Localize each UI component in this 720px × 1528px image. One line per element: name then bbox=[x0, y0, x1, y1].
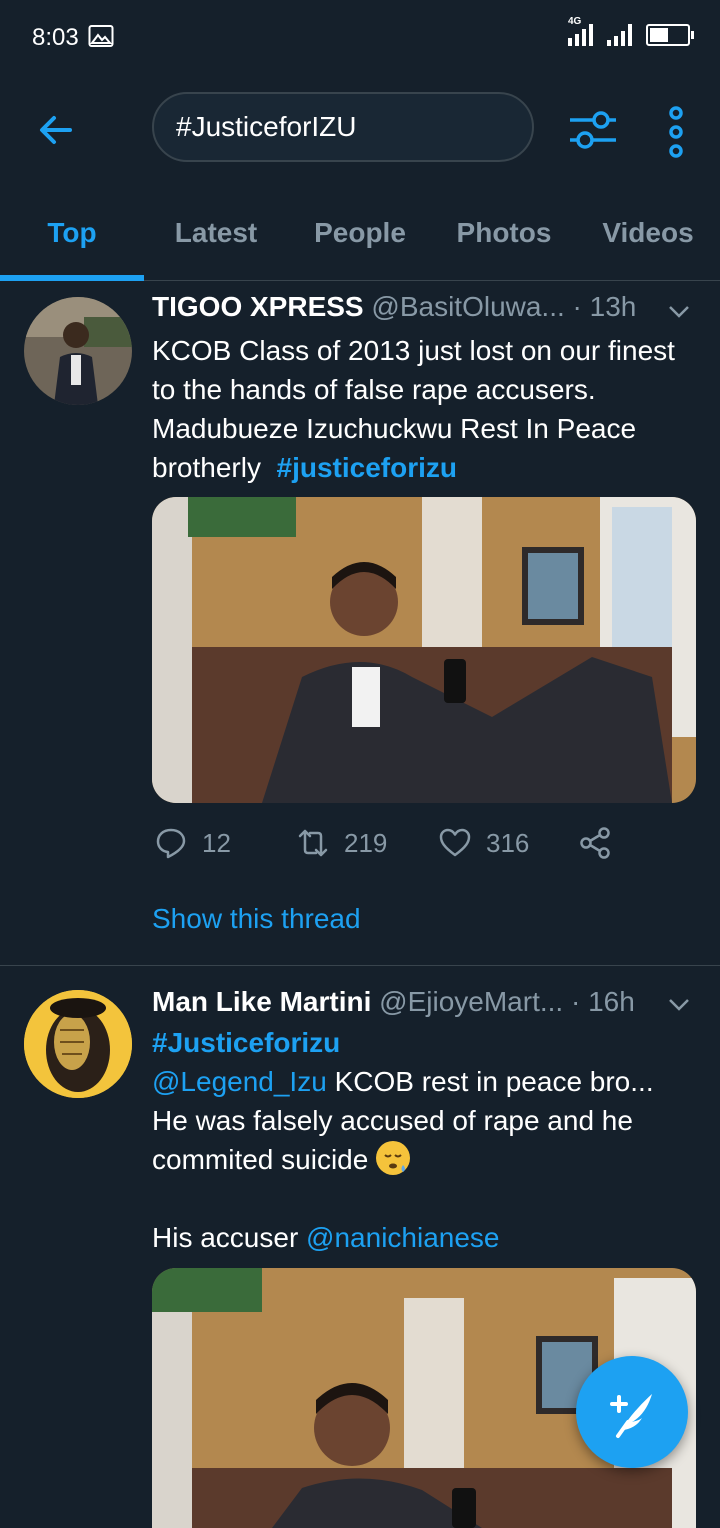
retweet-icon bbox=[298, 829, 328, 857]
reply-button[interactable]: 12 bbox=[154, 821, 231, 865]
show-thread-link[interactable]: Show this thread bbox=[152, 903, 361, 935]
status-time: 8:03 bbox=[32, 24, 79, 51]
tweet-header: Man Like Martini @EjioyeMart... · 16h bbox=[152, 986, 697, 1018]
like-count: 316 bbox=[486, 827, 530, 858]
tweet[interactable]: TIGOO XPRESS @BasitOluwa... · 13h KCOB C… bbox=[0, 281, 720, 965]
tweet-body-accuser: His accuser bbox=[152, 1222, 299, 1253]
search-filter-icon[interactable] bbox=[568, 108, 618, 152]
back-arrow-icon[interactable] bbox=[36, 110, 76, 150]
tweet-author-handle[interactable]: @BasitOluwa... bbox=[371, 291, 564, 322]
more-options-icon[interactable] bbox=[664, 106, 688, 158]
tweet-mention[interactable]: @Legend_Izu bbox=[152, 1066, 327, 1097]
tweet-text: #Justiceforizu @Legend_Izu KCOB rest in … bbox=[152, 1023, 697, 1257]
tab-photos[interactable]: Photos bbox=[432, 182, 576, 280]
network-type: 4G bbox=[568, 16, 582, 27]
tab-latest[interactable]: Latest bbox=[144, 182, 288, 280]
reply-icon bbox=[156, 828, 186, 859]
share-icon bbox=[580, 827, 610, 859]
tweet-author-name[interactable]: TIGOO XPRESS bbox=[152, 291, 364, 322]
search-header: #JusticeforIZU bbox=[0, 72, 720, 182]
tab-top[interactable]: Top bbox=[0, 182, 144, 281]
avatar[interactable] bbox=[24, 990, 132, 1098]
battery-icon bbox=[646, 24, 694, 46]
chevron-down-icon[interactable] bbox=[668, 305, 690, 319]
tweet-time: · 16h bbox=[570, 986, 635, 1017]
reply-count: 12 bbox=[202, 827, 231, 858]
search-tabs: Top Latest People Photos Videos bbox=[0, 182, 720, 281]
chevron-down-icon[interactable] bbox=[668, 998, 690, 1012]
signal-icon bbox=[607, 24, 632, 46]
tweet-header: TIGOO XPRESS @BasitOluwa... · 13h bbox=[152, 291, 697, 323]
tweet-time: · 13h bbox=[572, 291, 637, 322]
gallery-icon bbox=[88, 24, 114, 55]
status-bar: 8:03 4G bbox=[0, 0, 720, 72]
tab-videos[interactable]: Videos bbox=[576, 182, 720, 280]
like-button[interactable]: 316 bbox=[438, 821, 529, 865]
tweet-photo[interactable] bbox=[152, 497, 696, 803]
tweet-actions: 12 219 316 bbox=[152, 821, 697, 871]
sleepy-face-emoji-icon bbox=[376, 1141, 411, 1175]
heart-icon bbox=[439, 828, 471, 857]
retweet-count: 219 bbox=[344, 827, 388, 858]
share-button[interactable] bbox=[578, 821, 612, 865]
signal-4g-icon: 4G bbox=[568, 16, 593, 46]
tweet-author-handle[interactable]: @EjioyeMart... bbox=[379, 986, 563, 1017]
search-input[interactable]: #JusticeforIZU bbox=[152, 92, 534, 162]
tweet-author-name[interactable]: Man Like Martini bbox=[152, 986, 371, 1017]
tweet-text: KCOB Class of 2013 just lost on our fine… bbox=[152, 331, 697, 487]
tweet-hashtag[interactable]: #Justiceforizu bbox=[152, 1023, 697, 1062]
retweet-button[interactable]: 219 bbox=[296, 821, 387, 865]
compose-feather-icon bbox=[610, 1394, 652, 1438]
tab-people[interactable]: People bbox=[288, 182, 432, 280]
avatar[interactable] bbox=[24, 297, 132, 405]
tweet-hashtag[interactable]: #justiceforizu bbox=[277, 452, 457, 483]
compose-tweet-button[interactable] bbox=[576, 1356, 688, 1468]
tweet-mention[interactable]: @nanichianese bbox=[306, 1222, 499, 1253]
